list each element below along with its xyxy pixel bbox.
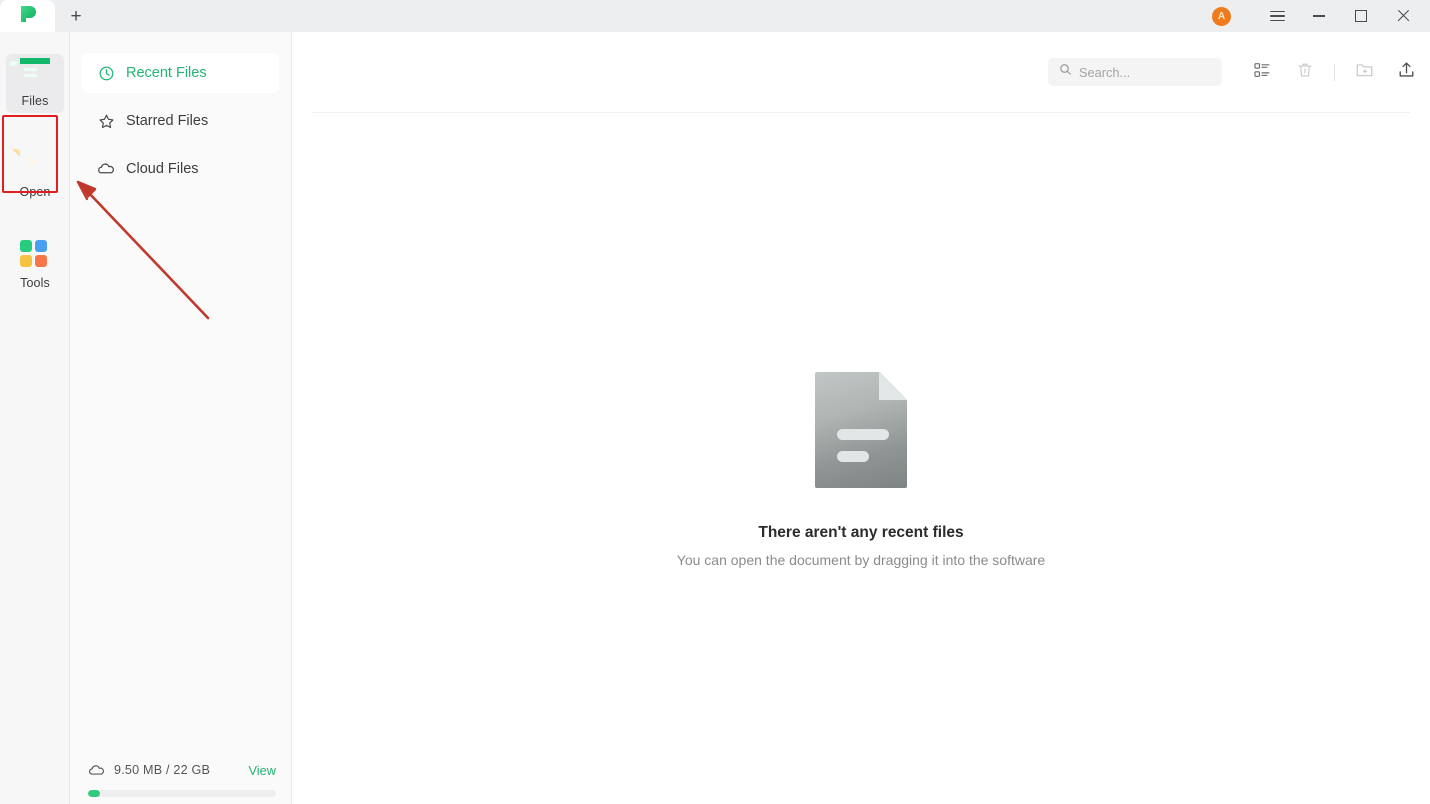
search-placeholder: Search...: [1079, 64, 1131, 80]
trash-icon: [1296, 61, 1314, 84]
nav-label-cloud-files: Cloud Files: [126, 161, 199, 177]
cloud-icon: [97, 160, 115, 178]
nav-label-recent-files: Recent Files: [126, 65, 207, 81]
toolbar-divider: [1334, 64, 1335, 81]
content-divider: [312, 112, 1410, 113]
storage-progress-bar: [88, 790, 276, 797]
new-folder-button[interactable]: [1350, 58, 1378, 86]
open-file-icon: [12, 149, 50, 179]
search-input[interactable]: Search...: [1048, 58, 1222, 86]
list-view-icon: [1253, 61, 1271, 84]
plus-icon: +: [70, 5, 82, 27]
close-button[interactable]: [1382, 0, 1424, 32]
storage-view-link[interactable]: View: [248, 763, 276, 778]
nav-item-cloud-files[interactable]: Cloud Files: [82, 149, 279, 189]
main-content: Search... There aren't any recent files …: [292, 32, 1430, 804]
nav-list: Recent Files Starred Files Cloud Files: [70, 32, 291, 189]
close-icon: [1396, 9, 1410, 23]
maximize-icon: [1355, 10, 1367, 22]
rail-item-tools[interactable]: Tools: [0, 240, 70, 290]
menu-button[interactable]: [1256, 0, 1298, 32]
list-view-button[interactable]: [1248, 58, 1276, 86]
nav-panel: Recent Files Starred Files Cloud Files 9…: [70, 32, 292, 804]
storage-progress-fill: [88, 790, 100, 797]
avatar-initial: A: [1217, 10, 1226, 22]
tools-grid-icon: [20, 240, 50, 270]
rail-item-open[interactable]: Open: [0, 149, 70, 199]
empty-state-title: There aren't any recent files: [758, 524, 964, 541]
storage-widget: 9.50 MB / 22 GB View: [70, 755, 292, 804]
updf-logo-icon: [17, 3, 39, 30]
empty-state: There aren't any recent files You can op…: [292, 372, 1430, 568]
nav-item-starred-files[interactable]: Starred Files: [82, 101, 279, 141]
title-bar: + A: [0, 0, 1430, 32]
maximize-button[interactable]: [1340, 0, 1382, 32]
minimize-icon: [1313, 15, 1325, 17]
empty-state-subtitle: You can open the document by dragging it…: [676, 552, 1046, 568]
storage-row: 9.50 MB / 22 GB View: [88, 755, 276, 785]
new-tab-button[interactable]: +: [55, 0, 97, 32]
clock-icon: [97, 64, 115, 82]
rail-label-open: Open: [19, 185, 51, 199]
avatar[interactable]: A: [1212, 6, 1231, 26]
hamburger-icon: [1269, 10, 1285, 22]
window-controls: A: [1212, 0, 1430, 32]
left-rail: Files Open Tools: [0, 32, 70, 804]
rail-item-files[interactable]: Files: [6, 54, 64, 113]
storage-usage-text: 9.50 MB / 22 GB: [114, 763, 211, 777]
document-icon: [815, 372, 907, 488]
minimize-button[interactable]: [1298, 0, 1340, 32]
tab-active[interactable]: [0, 0, 55, 32]
trash-button[interactable]: [1291, 58, 1319, 86]
cloud-icon: [88, 762, 105, 779]
rail-label-files: Files: [21, 94, 49, 108]
upload-icon: [1397, 60, 1416, 84]
new-folder-icon: [1355, 60, 1374, 84]
upload-button[interactable]: [1392, 58, 1420, 86]
nav-label-starred-files: Starred Files: [126, 113, 209, 129]
rail-label-tools: Tools: [20, 276, 50, 290]
app-window: + A Files Open Tools Recent Files Starre…: [0, 0, 1430, 804]
star-icon: [97, 112, 115, 130]
search-icon: [1059, 63, 1072, 81]
nav-item-recent-files[interactable]: Recent Files: [82, 53, 279, 93]
files-icon: [10, 58, 50, 88]
main-toolbar: Search...: [292, 32, 1430, 112]
